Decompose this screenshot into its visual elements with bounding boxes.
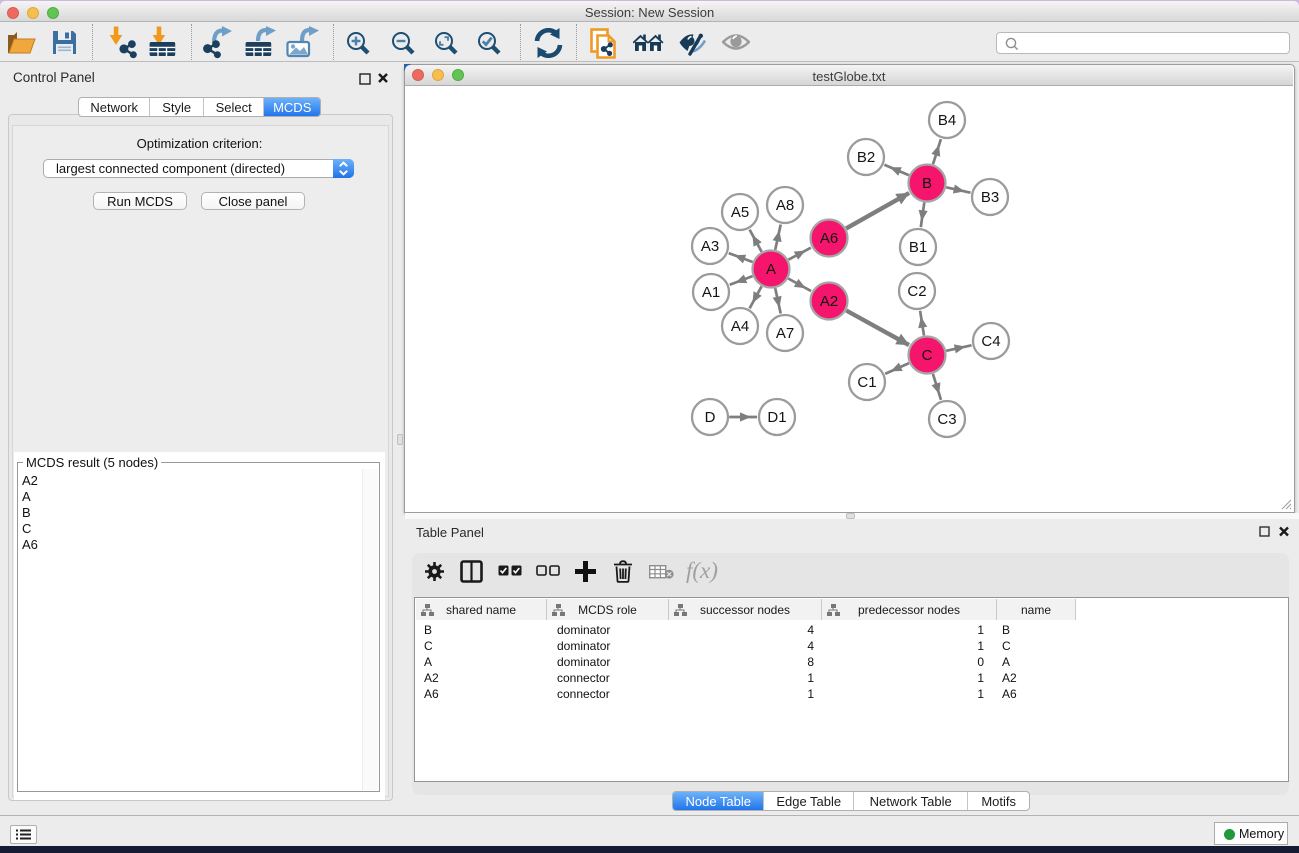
svg-text:B4: B4 — [938, 112, 956, 129]
svg-text:A4: A4 — [731, 318, 749, 335]
svg-text:B1: B1 — [909, 239, 927, 256]
svg-text:C2: C2 — [907, 283, 926, 300]
svg-text:B2: B2 — [857, 149, 875, 166]
svg-text:B: B — [922, 175, 932, 192]
svg-text:A: A — [766, 261, 776, 278]
svg-text:A1: A1 — [702, 284, 720, 301]
svg-text:C: C — [922, 347, 933, 364]
svg-text:A2: A2 — [820, 293, 838, 310]
svg-text:A5: A5 — [731, 204, 749, 221]
svg-text:C3: C3 — [937, 411, 956, 428]
svg-text:A3: A3 — [701, 238, 719, 255]
svg-text:C4: C4 — [981, 333, 1000, 350]
svg-text:A6: A6 — [820, 230, 838, 247]
svg-text:A7: A7 — [776, 325, 794, 342]
svg-text:B3: B3 — [981, 189, 999, 206]
svg-text:D1: D1 — [767, 409, 786, 426]
svg-text:A8: A8 — [776, 197, 794, 214]
svg-text:C1: C1 — [857, 374, 876, 391]
svg-text:D: D — [705, 409, 716, 426]
